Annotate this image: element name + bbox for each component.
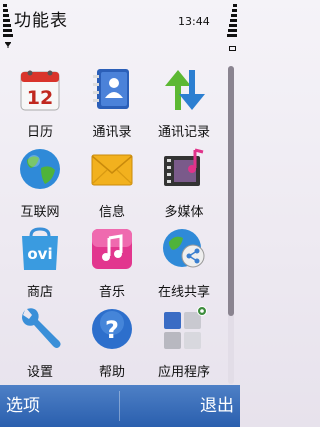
scrollbar[interactable] (228, 66, 234, 384)
grid-item-label: 互联网 (20, 205, 60, 220)
status-bar: 功能表 13:44 (0, 0, 240, 58)
grid-item-label: 通讯录 (92, 125, 132, 140)
applications-icon (164, 306, 207, 349)
scrollbar-thumb[interactable] (228, 66, 234, 316)
softkey-divider (119, 391, 120, 421)
grid-item-label: 多媒体 (164, 205, 204, 220)
menu-grid: 12 日历 通讯录 通讯记录 互联网 信息 多媒体 ovi 商店 音乐 在线共享… (0, 62, 240, 384)
signal-strength-icon (3, 4, 13, 48)
battery-icon (227, 4, 237, 52)
globe-icon (20, 149, 60, 189)
grid-item-label: 通讯记录 (157, 125, 210, 140)
grid-item-settings[interactable]: 设置 (4, 302, 76, 382)
contacts-icon (93, 69, 129, 109)
ovi-store-icon: ovi (22, 227, 58, 270)
grid-item-label: 设置 (26, 365, 53, 380)
grid-item-label: 在线共享 (157, 285, 210, 300)
store-badge: ovi (27, 245, 52, 263)
clock: 13:44 (178, 15, 210, 28)
music-icon (92, 229, 132, 269)
calendar-date: 12 (27, 87, 53, 109)
grid-item-messaging[interactable]: 信息 (76, 142, 148, 222)
grid-item-applications[interactable]: 应用程序 (148, 302, 220, 382)
exit-softkey[interactable]: 退出 (200, 385, 234, 427)
grid-item-label: 日历 (26, 125, 53, 140)
grid-item-multimedia[interactable]: 多媒体 (148, 142, 220, 222)
grid-item-store[interactable]: ovi 商店 (4, 222, 76, 302)
grid-item-label: 信息 (98, 205, 125, 220)
grid-item-share-online[interactable]: 在线共享 (148, 222, 220, 302)
grid-item-calendar[interactable]: 12 日历 (4, 62, 76, 142)
grid-item-label: 音乐 (98, 285, 125, 300)
softkey-bar: 选项 退出 (0, 385, 240, 427)
multimedia-icon (164, 148, 204, 186)
call-log-icon (165, 70, 205, 110)
help-icon: ? (92, 309, 132, 349)
page-title: 功能表 (14, 11, 68, 31)
wrench-icon (22, 308, 61, 348)
calendar-icon: 12 (20, 70, 60, 111)
options-softkey[interactable]: 选项 (6, 385, 40, 427)
grid-item-label: 商店 (26, 285, 53, 300)
grid-item-internet[interactable]: 互联网 (4, 142, 76, 222)
grid-item-label: 帮助 (98, 365, 125, 380)
grid-item-call-log[interactable]: 通讯记录 (148, 62, 220, 142)
grid-item-label: 应用程序 (157, 365, 210, 380)
grid-item-contacts[interactable]: 通讯录 (76, 62, 148, 142)
envelope-icon (91, 154, 133, 186)
share-online-icon (163, 229, 205, 268)
grid-item-music[interactable]: 音乐 (76, 222, 148, 302)
help-glyph: ? (105, 316, 119, 344)
grid-item-help[interactable]: ? 帮助 (76, 302, 148, 382)
